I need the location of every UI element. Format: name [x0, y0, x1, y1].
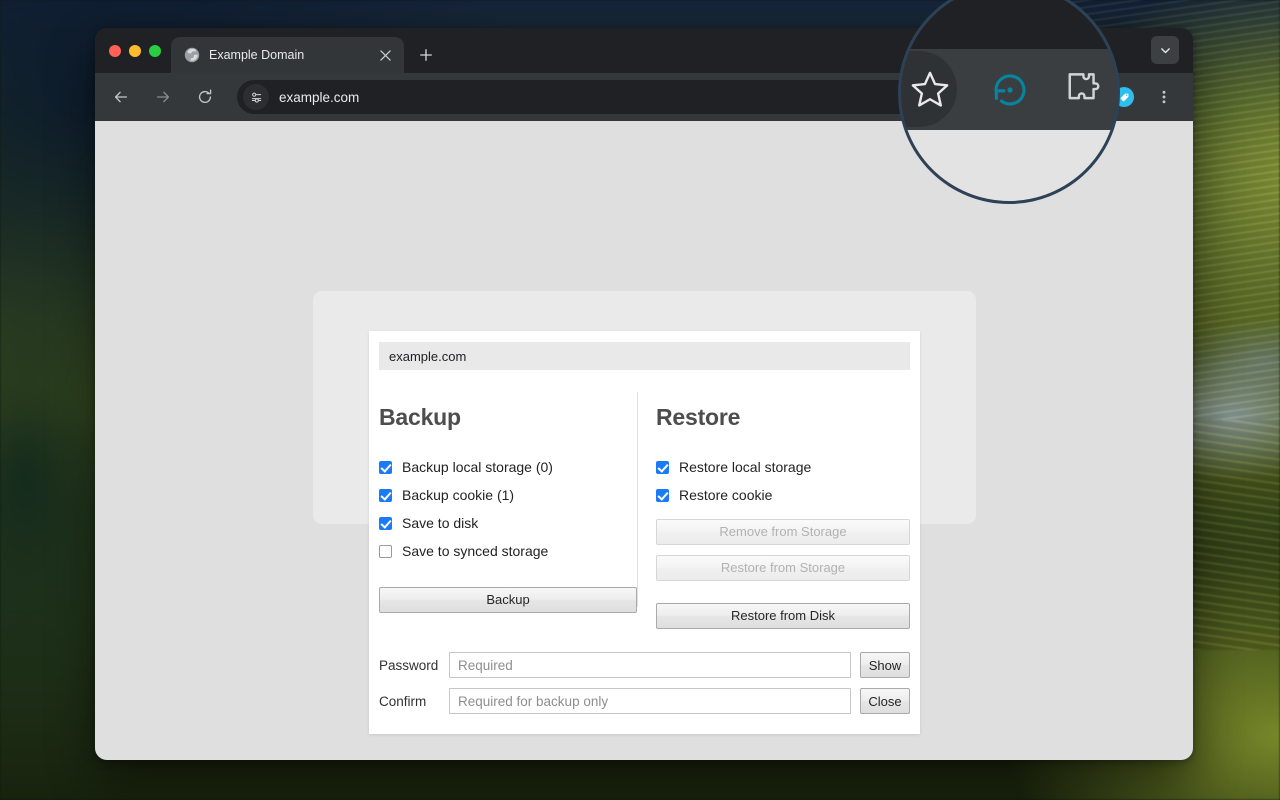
backup-button[interactable]: Backup	[379, 587, 637, 613]
checkbox-backup-local-storage[interactable]	[379, 461, 392, 474]
checkbox-restore-cookie[interactable]	[656, 489, 669, 502]
back-arrow-icon[interactable]	[104, 80, 138, 114]
address-bar-url: example.com	[279, 90, 359, 105]
checkbox-row-restore-local-storage[interactable]: Restore local storage	[656, 453, 910, 481]
close-icon[interactable]	[376, 46, 394, 64]
checkbox-row-restore-cookie[interactable]: Restore cookie	[656, 481, 910, 509]
checkbox-label: Backup local storage (0)	[402, 459, 553, 475]
column-divider	[637, 392, 638, 607]
checkbox-row-save-to-disk[interactable]: Save to disk	[379, 509, 637, 537]
confirm-label: Confirm	[379, 694, 449, 709]
checkbox-restore-local-storage[interactable]	[656, 461, 669, 474]
page-viewport: example.com Backup Backup local storage …	[95, 121, 1193, 760]
restore-heading: Restore	[656, 404, 910, 431]
checkbox-row-backup-cookie[interactable]: Backup cookie (1)	[379, 481, 637, 509]
magnified-backup-restore-icon	[987, 67, 1033, 113]
magnified-puzzle-piece-icon	[1059, 65, 1105, 111]
backup-column: Backup Backup local storage (0) Backup c…	[379, 388, 645, 629]
checkbox-label: Save to disk	[402, 515, 478, 531]
password-section: Password Show Confirm Close	[369, 652, 920, 714]
checkbox-row-backup-local-storage[interactable]: Backup local storage (0)	[379, 453, 637, 481]
password-label: Password	[379, 658, 449, 673]
forward-arrow-icon[interactable]	[146, 80, 180, 114]
confirm-row: Confirm Close	[379, 688, 910, 714]
magnified-tab-strip	[901, 0, 1117, 49]
checkbox-label: Restore local storage	[679, 459, 811, 475]
desktop-background: Example Domain	[0, 0, 1280, 800]
reload-icon[interactable]	[188, 80, 222, 114]
chevron-down-icon[interactable]	[1151, 36, 1179, 64]
checkbox-save-to-disk[interactable]	[379, 517, 392, 530]
popup-host-name: example.com	[389, 349, 466, 364]
password-row: Password Show	[379, 652, 910, 678]
show-password-button[interactable]: Show	[860, 652, 910, 678]
checkbox-label: Restore cookie	[679, 487, 772, 503]
restore-from-disk-wrap: Restore from Disk	[656, 603, 910, 629]
window-maximize-button[interactable]	[149, 45, 161, 57]
popup-columns: Backup Backup local storage (0) Backup c…	[369, 388, 920, 629]
window-traffic-lights	[107, 28, 171, 73]
popup-host-bar: example.com	[379, 342, 910, 370]
checkbox-save-to-synced-storage[interactable]	[379, 545, 392, 558]
restore-from-storage-button[interactable]: Restore from Storage	[656, 555, 910, 581]
restore-column: Restore Restore local storage Restore co…	[645, 388, 910, 629]
checkbox-backup-cookie[interactable]	[379, 489, 392, 502]
browser-tab[interactable]: Example Domain	[171, 37, 404, 73]
address-bar[interactable]: example.com	[237, 80, 975, 114]
new-tab-button[interactable]	[412, 41, 440, 69]
magnifier-content	[901, 0, 1117, 201]
globe-icon	[184, 47, 200, 63]
checkbox-label: Save to synced storage	[402, 543, 548, 559]
magnifier-lens	[898, 0, 1120, 204]
backup-restore-popup: example.com Backup Backup local storage …	[369, 331, 920, 734]
window-close-button[interactable]	[109, 45, 121, 57]
checkbox-label: Backup cookie (1)	[402, 487, 514, 503]
remove-from-storage-button[interactable]: Remove from Storage	[656, 519, 910, 545]
password-input[interactable]	[449, 652, 851, 678]
magnified-page	[901, 130, 1117, 201]
window-minimize-button[interactable]	[129, 45, 141, 57]
restore-from-disk-button[interactable]: Restore from Disk	[656, 603, 910, 629]
three-dots-icon[interactable]	[1148, 81, 1180, 113]
close-button[interactable]: Close	[860, 688, 910, 714]
tune-sliders-icon[interactable]	[243, 84, 269, 110]
checkbox-row-save-to-synced-storage[interactable]: Save to synced storage	[379, 537, 637, 565]
magnified-star-icon	[907, 67, 953, 113]
backup-heading: Backup	[379, 404, 637, 431]
tab-title: Example Domain	[209, 48, 367, 62]
confirm-password-input[interactable]	[449, 688, 851, 714]
